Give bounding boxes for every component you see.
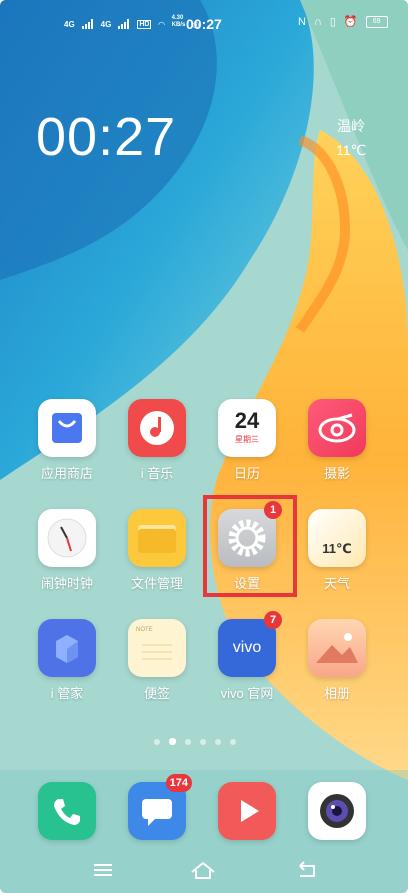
app-camera-photo[interactable]: 摄影 — [294, 399, 380, 482]
navigation-bar — [0, 850, 408, 890]
weather-city: 温岭 — [337, 118, 366, 134]
app-label: i 管家 — [50, 686, 84, 701]
app-label: 日历 — [233, 466, 260, 481]
status-time: 00:27 — [186, 16, 222, 32]
back-button[interactable] — [292, 858, 322, 882]
signal-icon — [81, 19, 94, 29]
app-store[interactable]: 应用商店 — [24, 399, 110, 482]
nfc-icon: N — [298, 15, 306, 28]
notification-badge: 7 — [264, 611, 282, 629]
app-label: 摄影 — [323, 466, 350, 481]
dock-phone[interactable] — [24, 782, 110, 840]
app-gallery[interactable]: 相册 — [294, 619, 380, 702]
notes-header: NOTE — [136, 627, 153, 633]
photography-icon — [308, 399, 366, 457]
messages-icon: 174 — [128, 774, 192, 840]
headset-icon: ∩ — [313, 15, 322, 28]
camera-icon — [308, 782, 366, 840]
app-clock[interactable]: 闹钟时钟 — [24, 509, 110, 592]
weather-temp-icon: 11℃ — [322, 541, 352, 556]
vivo-icon: vivo 7 — [218, 611, 282, 677]
app-vivo[interactable]: vivo 7 vivo 官网 — [204, 611, 290, 702]
app-label: vivo 官网 — [220, 686, 274, 701]
clock-icon — [38, 509, 96, 567]
app-manager[interactable]: i 管家 — [24, 619, 110, 702]
weather-icon: 11℃ — [308, 509, 366, 567]
net-speed: 4.30 KB/s — [171, 15, 186, 28]
app-label: 便签 — [143, 686, 170, 701]
page-dot[interactable] — [154, 738, 160, 745]
app-store-icon — [38, 399, 96, 457]
app-label: i 音乐 — [140, 466, 174, 481]
app-calendar[interactable]: 24 星期三 日历 — [204, 399, 290, 482]
app-notes[interactable]: NOTE 便签 — [114, 619, 200, 702]
page-dot[interactable] — [185, 738, 191, 745]
weather-widget[interactable]: 温岭 11℃ — [336, 114, 366, 162]
alarm-icon: ⏰ — [343, 16, 358, 28]
app-files[interactable]: 文件管理 — [114, 509, 200, 592]
notes-icon: NOTE — [128, 619, 186, 677]
network-4g-1: 4G — [64, 20, 75, 29]
vibrate-icon: ▯ — [329, 16, 336, 28]
page-dot[interactable] — [215, 738, 221, 745]
app-label: 文件管理 — [130, 576, 183, 591]
status-bar: 4G 4G HD ◠ 4.30 KB/s ◎ 00:27 N ∩ ▯ ⏰ 69 — [0, 0, 408, 44]
phone-icon — [38, 782, 96, 840]
status-right: N ∩ ▯ ⏰ 69 — [298, 15, 388, 28]
home-screen: 4G 4G HD ◠ 4.30 KB/s ◎ 00:27 N ∩ ▯ ⏰ 69 0… — [0, 0, 408, 893]
app-label: 闹钟时钟 — [40, 576, 93, 591]
dock-video[interactable] — [204, 782, 290, 840]
app-music[interactable]: i 音乐 — [114, 399, 200, 482]
gallery-icon — [308, 619, 366, 677]
shield-icon — [38, 619, 96, 677]
home-button[interactable] — [188, 858, 218, 882]
folder-icon — [128, 509, 186, 567]
notification-badge: 174 — [165, 774, 192, 792]
app-weather[interactable]: 11℃ 天气 — [294, 509, 380, 592]
page-dot[interactable] — [230, 738, 236, 745]
music-icon — [128, 399, 186, 457]
dock-camera[interactable] — [294, 782, 380, 840]
highlight-box — [203, 495, 297, 597]
page-indicator[interactable] — [154, 738, 236, 745]
menu-button[interactable] — [88, 858, 118, 882]
wifi-icon: ◠ — [158, 20, 165, 29]
app-label: 应用商店 — [40, 466, 93, 481]
page-dot[interactable] — [200, 738, 206, 745]
vivo-logo: vivo — [232, 639, 262, 656]
app-label: 天气 — [323, 576, 350, 591]
calendar-day: 24 — [234, 408, 260, 433]
signal-icon-2 — [118, 19, 130, 29]
calendar-icon: 24 星期三 — [218, 399, 276, 457]
hd-icon: HD — [137, 20, 152, 29]
page-dot-active[interactable] — [169, 738, 176, 745]
status-left: 4G 4G HD ◠ 4.30 KB/s ◎ — [64, 15, 199, 29]
battery-icon: 69 — [365, 15, 388, 28]
clock-widget[interactable]: 00:27 — [36, 106, 176, 168]
app-label: 相册 — [323, 686, 350, 701]
calendar-weekday: 星期三 — [235, 435, 259, 444]
dock-messages[interactable]: 174 — [114, 774, 200, 840]
video-icon — [218, 782, 276, 840]
weather-temp: 11℃ — [336, 142, 367, 158]
network-4g-2: 4G — [100, 20, 112, 29]
